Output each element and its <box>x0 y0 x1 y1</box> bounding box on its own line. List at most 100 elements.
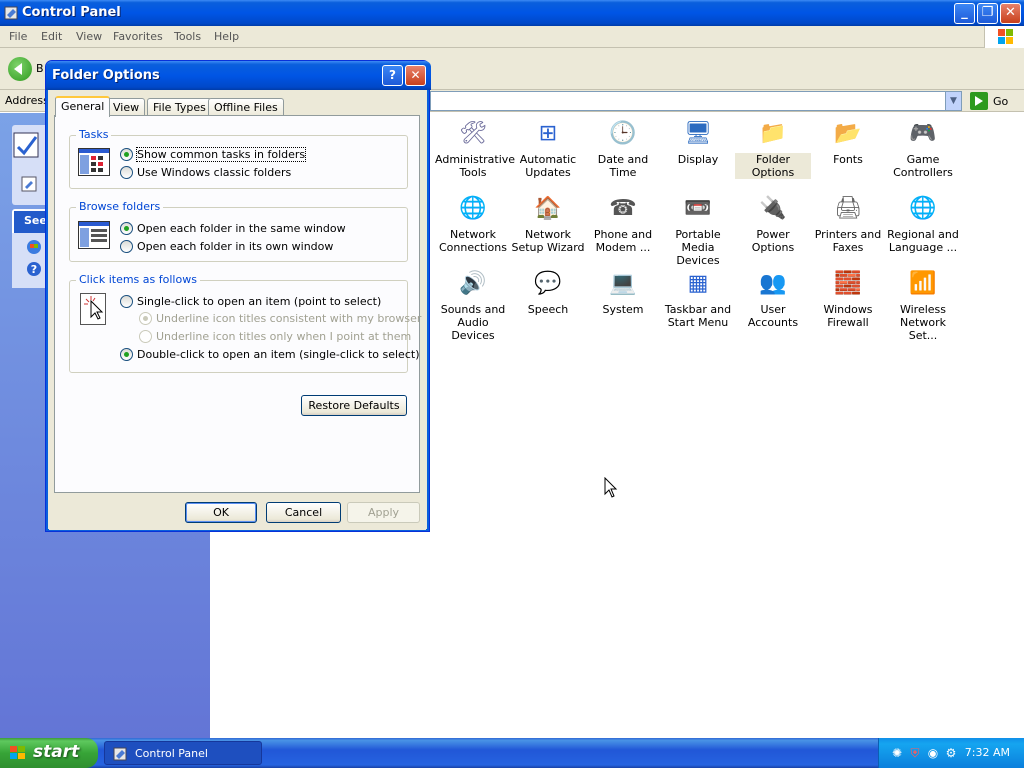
cp-item-speech[interactable]: 💬 Speech <box>510 267 586 316</box>
radio-button[interactable] <box>120 222 133 235</box>
general-tab-panel: Tasks Show common tasks in folders Use W… <box>54 115 421 493</box>
dialog-close-button[interactable]: ✕ <box>405 65 426 86</box>
menu-file[interactable]: File <box>9 30 27 43</box>
double-click-label[interactable]: Double-click to open an item (single-cli… <box>137 348 419 361</box>
taskbar: start Control Panel ✺ ⛨ ◉ ⚙ 7:32 AM <box>0 738 1024 768</box>
cp-item-fonts[interactable]: 📂 Fonts <box>810 117 886 166</box>
dialog-help-button[interactable]: ? <box>382 65 403 86</box>
back-label[interactable]: B <box>36 62 44 75</box>
tray-security-shield-icon[interactable]: ⛨ <box>907 745 923 761</box>
radio-button[interactable] <box>120 240 133 253</box>
cp-item-wireless-network-set[interactable]: 📶 Wireless Network Set... <box>885 267 961 342</box>
cp-item-taskbar-and-start-menu[interactable]: ▦ Taskbar and Start Menu <box>660 267 736 329</box>
cp-item-user-accounts[interactable]: 👥 User Accounts <box>735 267 811 329</box>
dialog-body: General View File Types Offline Files Ta… <box>49 90 426 530</box>
menu-help[interactable]: Help <box>214 30 239 43</box>
firewall-icon: 🧱 <box>834 270 862 296</box>
chevron-down-icon[interactable]: ▼ <box>945 92 961 110</box>
cp-item-game-controllers[interactable]: 🎮 Game Controllers <box>885 117 961 179</box>
tab-view[interactable]: View <box>107 98 146 116</box>
cp-item-automatic-updates[interactable]: ⊞ Automatic Updates <box>510 117 586 179</box>
cp-item-label: Folder Options <box>735 153 811 179</box>
taskbar-item-control-panel[interactable]: Control Panel <box>104 741 262 765</box>
go-arrow-icon[interactable] <box>970 92 988 110</box>
minimize-button[interactable]: _ <box>954 3 975 24</box>
radio-button[interactable] <box>139 312 152 325</box>
go-button[interactable]: Go <box>993 95 1008 108</box>
cp-item-label: Printers and Faxes <box>814 228 882 254</box>
help-icon[interactable]: ? <box>26 261 42 277</box>
cp-item-portable-media-devices[interactable]: 📼 Portable Media Devices <box>660 192 736 267</box>
radio-button[interactable] <box>139 330 152 343</box>
cp-item-sounds-and-audio-devices[interactable]: 🔊 Sounds and Audio Devices <box>435 267 511 342</box>
cp-item-date-and-time[interactable]: 🕒 Date and Time <box>585 117 661 179</box>
classic-folders-label[interactable]: Use Windows classic folders <box>137 166 291 179</box>
menu-favorites[interactable]: Favorites <box>113 30 163 43</box>
cp-item-network-connections[interactable]: 🌐 Network Connections <box>435 192 511 254</box>
cp-item-windows-firewall[interactable]: 🧱 Windows Firewall <box>810 267 886 329</box>
apply-button[interactable]: Apply <box>347 502 420 523</box>
tray-safely-remove-icon[interactable]: ⚙ <box>943 745 959 761</box>
cp-item-administrative-tools[interactable]: 🛠 Administrative Tools <box>435 117 515 179</box>
same-window-label[interactable]: Open each folder in the same window <box>137 222 346 235</box>
radio-button[interactable] <box>120 295 133 308</box>
window-title: Control Panel <box>22 5 121 20</box>
system-tray: ✺ ⛨ ◉ ⚙ 7:32 AM <box>878 738 1024 768</box>
show-common-tasks-label[interactable]: Show common tasks in folders <box>135 147 307 162</box>
folder-icon: 📁 <box>759 120 787 146</box>
tab-general[interactable]: General <box>55 96 111 117</box>
svg-text:?: ? <box>31 263 37 276</box>
cp-item-label: Network Setup Wizard <box>511 228 585 254</box>
media-device-icon: 📼 <box>684 195 712 221</box>
start-button[interactable]: start <box>0 738 98 768</box>
single-click-label[interactable]: Single-click to open an item (point to s… <box>137 295 381 308</box>
clock[interactable]: 7:32 AM <box>965 746 1010 759</box>
mouse-cursor-icon <box>604 477 618 498</box>
back-arrow-icon[interactable] <box>8 57 32 81</box>
cp-item-phone-and-modem[interactable]: ☎ Phone and Modem ... <box>585 192 661 254</box>
cp-item-regional-and-language[interactable]: 🌐 Regional and Language ... <box>885 192 961 254</box>
own-window-label[interactable]: Open each folder in its own window <box>137 240 333 253</box>
tasks-group: Tasks Show common tasks in folders Use W… <box>69 128 408 189</box>
cp-item-printers-and-faxes[interactable]: 🖨 Printers and Faxes <box>810 192 886 254</box>
cp-item-system[interactable]: 💻 System <box>585 267 661 316</box>
power-icon: 🔌 <box>759 195 787 221</box>
close-button[interactable]: ✕ <box>1000 3 1021 24</box>
menu-bar: File Edit View Favorites Tools Help <box>0 26 1024 48</box>
cp-item-label: Display <box>677 153 719 166</box>
underline-point-label[interactable]: Underline icon titles only when I point … <box>156 330 411 343</box>
radio-button[interactable] <box>120 348 133 361</box>
windows-update-icon[interactable] <box>26 239 42 255</box>
menu-edit[interactable]: Edit <box>41 30 62 43</box>
control-panel-big-icon <box>13 132 39 158</box>
cancel-button[interactable]: Cancel <box>266 502 341 523</box>
tray-update-icon[interactable]: ◉ <box>925 745 941 761</box>
cp-item-network-setup-wizard[interactable]: 🏠 Network Setup Wizard <box>510 192 586 254</box>
cp-item-label: Automatic Updates <box>519 153 577 179</box>
menu-view[interactable]: View <box>76 30 102 43</box>
windows-flag-icon: ⊞ <box>538 120 558 146</box>
window-titlebar[interactable]: Control Panel _ ❐ ✕ <box>0 0 1024 26</box>
restore-defaults-button[interactable]: Restore Defaults <box>301 395 407 416</box>
cp-item-display[interactable]: 🖥 Display <box>660 117 736 166</box>
cp-item-power-options[interactable]: 🔌 Power Options <box>735 192 811 254</box>
cp-item-folder-options[interactable]: 📁 Folder Options <box>735 117 811 179</box>
radio-button[interactable] <box>120 166 133 179</box>
dialog-titlebar[interactable]: Folder Options ? ✕ <box>46 61 431 90</box>
menu-tools[interactable]: Tools <box>174 30 201 43</box>
wireless-icon: 📶 <box>909 270 937 296</box>
switch-view-icon[interactable] <box>20 175 40 195</box>
maximize-button[interactable]: ❐ <box>977 3 998 24</box>
cp-item-label: User Accounts <box>747 303 799 329</box>
control-panel-icon <box>113 747 127 761</box>
underline-consistent-label[interactable]: Underline icon titles consistent with my… <box>156 312 421 325</box>
tray-network-icon[interactable]: ✺ <box>889 745 905 761</box>
radio-button[interactable] <box>120 148 133 161</box>
address-input[interactable]: ▼ <box>430 91 962 111</box>
tab-file-types[interactable]: File Types <box>147 98 212 116</box>
tab-offline-files[interactable]: Offline Files <box>208 98 284 116</box>
windows-flag-icon <box>10 746 25 759</box>
ok-button[interactable]: OK <box>185 502 257 523</box>
cp-item-label: Date and Time <box>597 153 649 179</box>
common-tasks-icon <box>78 148 110 176</box>
